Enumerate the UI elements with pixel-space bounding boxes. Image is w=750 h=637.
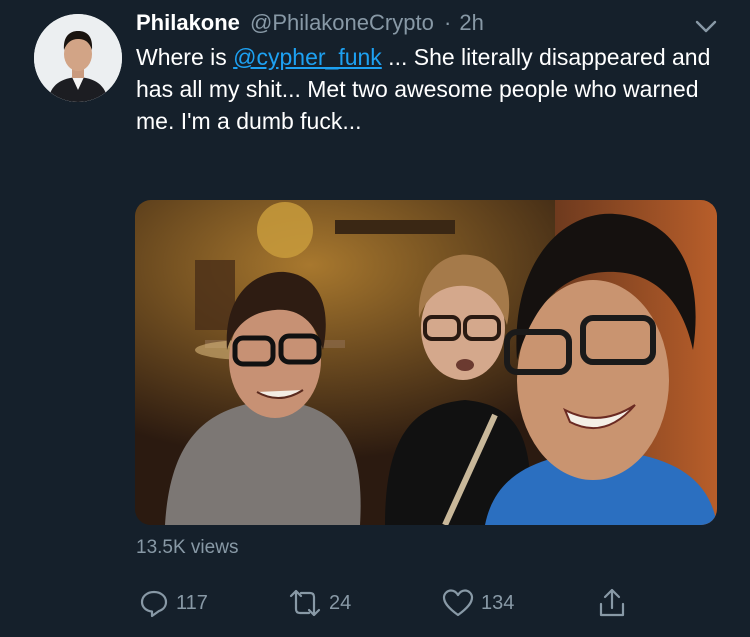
user-handle[interactable]: @PhilakoneCrypto: [250, 10, 434, 35]
reply-count: 117: [176, 591, 208, 614]
tweet-text-before: Where is: [136, 44, 234, 70]
retweet-icon: [289, 589, 321, 617]
video-media[interactable]: [135, 200, 717, 525]
mention-link[interactable]: @cypher_funk: [233, 44, 382, 70]
like-button[interactable]: 134: [441, 585, 514, 621]
avatar[interactable]: [34, 14, 122, 102]
like-count: 134: [481, 591, 515, 614]
share-icon: [599, 588, 625, 617]
tweet-header: Philakone @PhilakoneCrypto · 2h: [136, 8, 484, 38]
video-thumbnail: [135, 200, 717, 525]
separator-dot: ·: [443, 10, 452, 35]
reply-icon: [140, 590, 168, 618]
avatar-photo: [34, 14, 122, 102]
reply-button[interactable]: 117: [138, 585, 208, 621]
retweet-count: 24: [329, 591, 352, 614]
view-count: 13.5K views: [136, 537, 239, 558]
retweet-button[interactable]: 24: [287, 585, 351, 621]
display-name[interactable]: Philakone: [136, 10, 240, 35]
tweet-text: Where is @cypher_funk ... She literally …: [136, 41, 736, 137]
action-bar: 117 24 134: [0, 585, 750, 625]
heart-icon: [442, 589, 474, 617]
chevron-down-icon[interactable]: [692, 12, 720, 40]
timestamp[interactable]: 2h: [459, 10, 483, 35]
share-button[interactable]: [596, 585, 634, 621]
